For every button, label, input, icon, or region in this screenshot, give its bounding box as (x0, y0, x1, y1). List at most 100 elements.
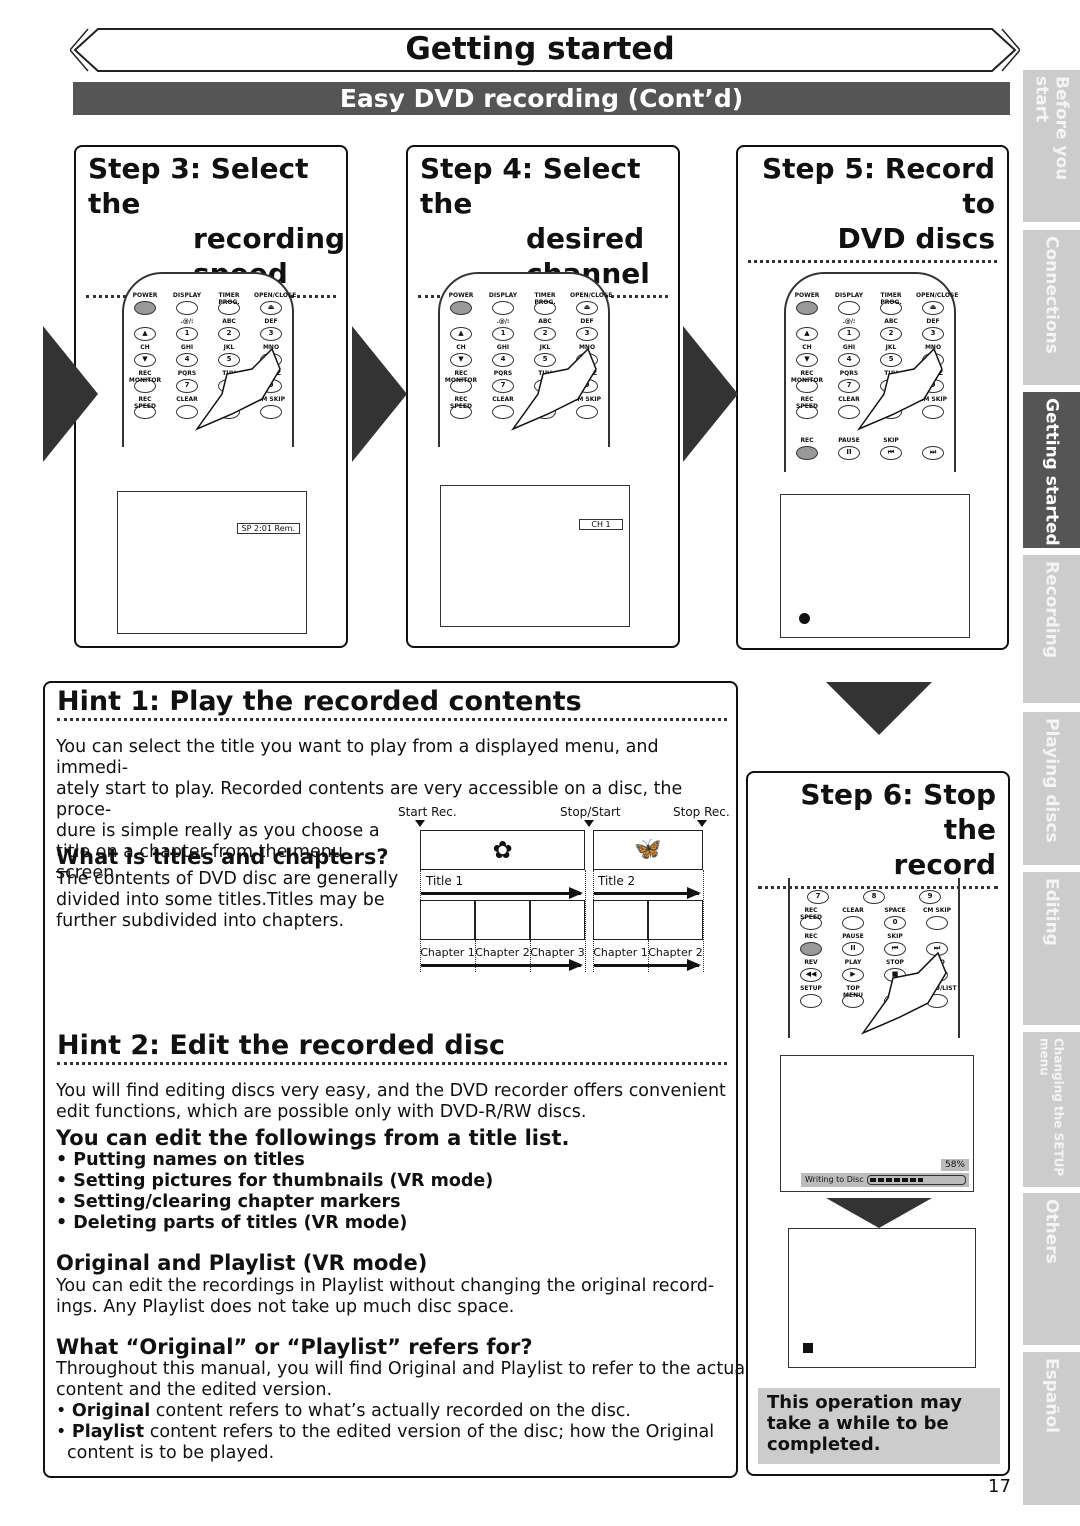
osd-channel: CH 1 (579, 519, 623, 530)
remote-control-illustration: POWER DISPLAY TIMER PROG. OPEN/CLOSE ⏏ ▲ .@/: 1… (122, 272, 296, 447)
remote-button: TIMER PROG. (874, 292, 908, 315)
refers-heading: What “Original” or “Playlist” refers for… (56, 1335, 533, 1359)
remote-button: DEF 3 (254, 318, 288, 341)
side-tab-connections[interactable]: Connections (1023, 230, 1080, 385)
pointing-hand-icon (856, 347, 943, 431)
remote-button: .@/: 1 (832, 318, 866, 341)
section-bar: Easy DVD recording (Cont’d) (73, 82, 1010, 115)
remote-button: REC SPEED (794, 907, 828, 930)
marker-stop-start: Stop/Start (560, 805, 621, 819)
side-tab-getting-started[interactable]: Getting started (1023, 392, 1080, 548)
remote-button: 9 (913, 881, 947, 904)
remote-button: ▲ (444, 318, 478, 341)
remote-button-row: REC PAUSE II SKIP ⏮ ⏭ (786, 437, 954, 460)
remote-button-row: POWER DISPLAY TIMER PROG. OPEN/CLOSE ⏏ (786, 292, 958, 315)
step-4-box: Step 4: Select the desired channel POWER DI… (406, 145, 680, 648)
remote-button: 8 (857, 881, 891, 904)
hint-2-title: Hint 2: Edit the recorded disc (57, 1030, 506, 1061)
titles-chapters-heading: What is titles and chapters? (56, 845, 389, 869)
remote-button-row: POWER DISPLAY TIMER PROG. OPEN/CLOSE ⏏ (124, 292, 296, 315)
remote-button-row: POWER DISPLAY TIMER PROG. OPEN/CLOSE ⏏ (440, 292, 612, 315)
remote-button-row: ▲ .@/: 1 ABC 2 DEF 3 (786, 318, 954, 341)
remote-button: ▲ (128, 318, 162, 341)
remote-button: DISPLAY (832, 292, 866, 315)
hint-2-text: You will find editing discs very easy, a… (56, 1081, 726, 1122)
page-number: 17 (988, 1476, 1011, 1497)
remote-button: CM SKIP (920, 907, 954, 930)
side-tab-changing-the-setup-menu[interactable]: Changing the SETUP menu (1023, 1032, 1080, 1187)
tv-screen (788, 1228, 976, 1368)
remote-button: CLEAR (836, 907, 870, 930)
pointing-hand-icon (860, 951, 947, 1035)
down-arrow-icon (826, 1198, 932, 1228)
remote-button: SETUP (794, 985, 828, 1008)
record-dot-icon (799, 613, 810, 624)
remote-button: TIMER PROG. (528, 292, 562, 315)
remote-button: TIMER PROG. (212, 292, 246, 315)
remote-button: CH ▼ (444, 344, 478, 367)
step-arrow-icon (683, 326, 738, 462)
remote-control-illustration: 7 8 9 REC SPEED CLEAR SPACE 0 CM SKIP REC PAUSE II… (788, 878, 960, 1038)
remote-button: ABC 2 (528, 318, 562, 341)
side-tab-playing-discs[interactable]: Playing discs (1023, 712, 1080, 865)
remote-button: POWER (790, 292, 824, 315)
side-tab-recording[interactable]: Recording (1023, 555, 1080, 703)
chapter-labels: Chapter 1 Chapter 2 Chapter 3 Chapter 1 Chap… (420, 946, 703, 959)
remote-button: DEF 3 (570, 318, 604, 341)
progress-percent: 58% (940, 1159, 969, 1171)
hint-1-title: Hint 1: Play the recorded contents (57, 686, 582, 717)
remote-button: DEF 3 (916, 318, 950, 341)
remote-control-illustration: POWER DISPLAY TIMER PROG. OPEN/CLOSE ⏏ ▲ .@/: 1… (438, 272, 612, 447)
remote-button: REC SPEED (444, 396, 478, 419)
step-arrow-icon (43, 326, 98, 462)
remote-button: SPACE0 (878, 907, 912, 930)
title-1-frame-flower: ✿ (420, 830, 585, 870)
remote-button: 7 (801, 881, 835, 904)
original-playlist-text: You can edit the recordings in Playlist … (56, 1276, 715, 1317)
remote-button: CH ▼ (790, 344, 824, 367)
title-list-heading: You can edit the followings from a title… (56, 1126, 570, 1150)
remote-button: .@/: 1 (170, 318, 204, 341)
remote-button: ⏭ (916, 437, 950, 460)
page-title: Getting started (405, 31, 675, 67)
remote-button: PAUSE II (832, 437, 866, 460)
remote-button-row: REC SPEED CLEAR SPACE0 CM SKIP (790, 907, 958, 930)
side-tab-espa-ol[interactable]: Español (1023, 1352, 1080, 1505)
osd-recording-speed: SP 2:01 Rem. (236, 523, 300, 534)
writing-progress: Writing to Disc (801, 1173, 969, 1187)
remote-button: REC (790, 437, 824, 460)
remote-button: REC MONITOR (128, 370, 162, 393)
side-tab-before-you-start[interactable]: Before you start (1023, 70, 1080, 222)
remote-button: POWER (128, 292, 162, 315)
side-tab-editing[interactable]: Editing (1023, 872, 1080, 1025)
remote-button: SKIP ⏮ (874, 437, 908, 460)
edit-feature-list: • Putting names on titles • Setting pictu… (56, 1150, 494, 1233)
step-5-title: Step 5: Record to DVD discs (762, 152, 995, 255)
remote-button: REC MONITOR (444, 370, 478, 393)
pointing-hand-icon (194, 347, 281, 431)
side-tab-others[interactable]: Others (1023, 1193, 1080, 1345)
step-6-box: Step 6: Stop the record 7 8 9 REC SPEED CLEAR… (746, 771, 1010, 1476)
remote-button: OPEN/CLOSE ⏏ (570, 292, 612, 315)
remote-button: REC SPEED (128, 396, 162, 419)
remote-button: CH ▼ (128, 344, 162, 367)
remote-button: REC SPEED (790, 396, 824, 419)
step-arrow-icon (352, 326, 407, 462)
tv-screen (780, 494, 970, 638)
remote-button: ABC 2 (212, 318, 246, 341)
remote-button-row: 789 (790, 881, 958, 904)
title-1-label: Title 1 (426, 874, 464, 888)
remote-button: DISPLAY (170, 292, 204, 315)
tv-screen: SP 2:01 Rem. (117, 491, 307, 634)
remote-button: OPEN/CLOSE ⏏ (916, 292, 958, 315)
remote-button: POWER (444, 292, 478, 315)
title-2-label: Title 2 (598, 874, 636, 888)
original-playlist-heading: Original and Playlist (VR mode) (56, 1251, 428, 1275)
step-5-box: Step 5: Record to DVD discs POWER DISPLAY T… (736, 145, 1009, 650)
operation-note: This operation may take a while to be comp… (758, 1388, 1000, 1464)
remote-button: ABC 2 (874, 318, 908, 341)
remote-button: .@/: 1 (486, 318, 520, 341)
remote-button: REC MONITOR (790, 370, 824, 393)
title-2-frame-butterfly: 🦋 (593, 830, 703, 870)
remote-button: ▲ (790, 318, 824, 341)
